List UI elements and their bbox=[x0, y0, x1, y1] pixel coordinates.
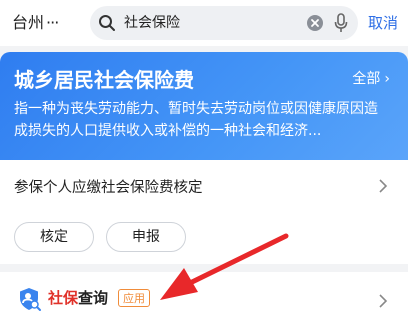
declare-button[interactable]: 申报 bbox=[106, 222, 186, 252]
view-all-link[interactable]: 全部 › bbox=[352, 68, 390, 88]
section-divider bbox=[0, 264, 408, 272]
chevron-right-icon bbox=[379, 294, 388, 308]
result-card: 城乡居民社会保险费 全部 › 指一种为丧失劳动能力、暂时失去劳动岗位或因健康原因造… bbox=[0, 52, 408, 333]
city-name: 台州 bbox=[12, 13, 45, 32]
service-banner[interactable]: 城乡居民社会保险费 全部 › 指一种为丧失劳动能力、暂时失去劳动岗位或因健康原因造… bbox=[0, 52, 408, 160]
search-input[interactable] bbox=[124, 6, 294, 40]
social-security-query-icon bbox=[20, 288, 41, 311]
search-box[interactable] bbox=[90, 6, 358, 40]
chevron-right-icon: › bbox=[384, 71, 390, 87]
search-header: 台州··· 取消 bbox=[0, 0, 408, 46]
app-title: 社保查询 bbox=[48, 287, 108, 308]
microphone-icon[interactable] bbox=[334, 13, 348, 33]
search-icon bbox=[99, 15, 115, 31]
search-results-page: 台州··· 取消 城乡居民社会保险费 全部› 指一 bbox=[0, 0, 408, 333]
service-item-label: 参保个人应缴社会保险费核定 bbox=[14, 180, 203, 196]
cancel-button[interactable]: 取消 bbox=[368, 12, 398, 34]
app-type-badge: 应用 bbox=[118, 289, 150, 307]
city-selector[interactable]: 台州 ··· bbox=[12, 12, 59, 34]
banner-description: 指一种为丧失劳动能力、暂时失去劳动岗位或因健康原因造成损失的人口提供收入或补偿的… bbox=[14, 101, 378, 139]
city-more-icon: ··· bbox=[46, 13, 59, 32]
view-all-label: 全部 bbox=[352, 71, 381, 87]
assess-button[interactable]: 核定 bbox=[14, 222, 94, 252]
clear-icon[interactable] bbox=[306, 14, 324, 32]
chevron-right-icon bbox=[379, 179, 388, 193]
app-title-highlight: 社保 bbox=[48, 289, 79, 307]
app-title-rest: 查询 bbox=[78, 289, 109, 307]
service-item-assessment[interactable]: 参保个人应缴社会保险费核定 bbox=[0, 160, 408, 212]
banner-title: 城乡居民社会保险费 bbox=[14, 68, 194, 92]
app-result-row[interactable]: 社保查询 应用 bbox=[0, 272, 408, 333]
